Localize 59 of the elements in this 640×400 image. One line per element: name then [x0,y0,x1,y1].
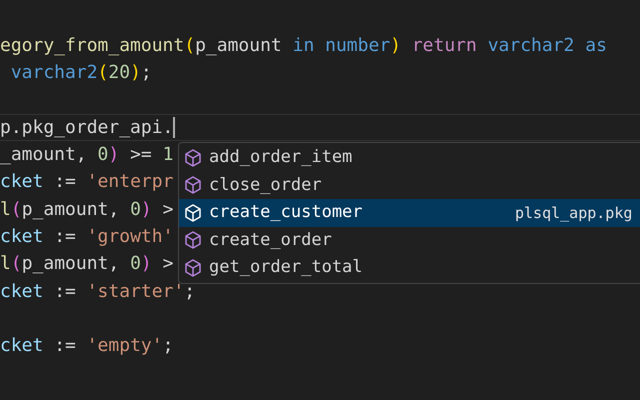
code-text: > [162,198,174,222]
suggestion-item[interactable]: close_order [179,172,640,199]
suggestion-item[interactable]: add_order_item [179,144,640,172]
code-text: ; [140,61,152,86]
cube-icon [183,258,203,278]
cube-icon [183,202,203,223]
code-text: 0 [130,198,141,222]
code-text: in number [292,34,390,58]
code-text: 0 [130,252,141,276]
code-text: ; [162,334,174,358]
code-text: varchar2 [10,61,98,86]
code-text: p_amount [22,252,108,276]
code-text: p_amount [195,34,282,58]
code-text: 1 [162,143,174,168]
code-text: cket [0,280,44,304]
code-text: 'empty' [86,334,163,358]
code-text: return [410,34,477,58]
code-text: := [53,280,77,304]
cube-icon [183,148,203,168]
text-cursor [173,117,176,138]
code-text: ( [10,252,22,276]
code-text: := [53,225,77,250]
code-text: > [162,252,174,276]
suggestion-item[interactable]: create_customer plsql_app.pkg [179,199,640,226]
code-text: ) [140,252,152,276]
code-text: 'starter' [86,280,184,304]
suggestion-item[interactable]: get_order_total [179,254,640,282]
code-text: , [108,252,120,276]
code-text: p_amount [22,198,108,222]
code-text: _amount [0,143,76,168]
code-text: cket [0,170,44,194]
code-text: cket [0,334,44,358]
suggestion-detail: plsql_app.pkg [515,202,632,224]
code-text: 0 [98,143,108,168]
code-text: cket [0,225,44,250]
code-text: varchar2 as [486,34,607,58]
cube-icon [183,230,203,250]
cube-icon [183,175,203,196]
suggestion-item[interactable]: create_order [179,226,640,254]
code-text: ( [98,61,108,86]
code-text: := [53,334,77,358]
code-text: ( [10,198,22,222]
code-text: p.pkg_order_api. [0,116,174,140]
code-text: ) [108,143,120,168]
code-text: ) [390,34,401,58]
code-text: , [108,198,120,222]
code-text: ( [184,34,196,58]
code-text: 'growth' [86,225,174,250]
code-text: ) [130,61,141,86]
code-text: 'enterpr [86,170,174,194]
code-text: >= [129,143,153,168]
code-text: 20 [108,61,130,86]
code-text: ; [184,280,196,304]
code-text: := [53,170,77,194]
code-text: ) [140,198,152,222]
code-text: egory_from_amount [0,34,184,58]
code-text: l [0,252,11,276]
code-text: l [0,198,11,222]
code-text: , [76,143,88,168]
